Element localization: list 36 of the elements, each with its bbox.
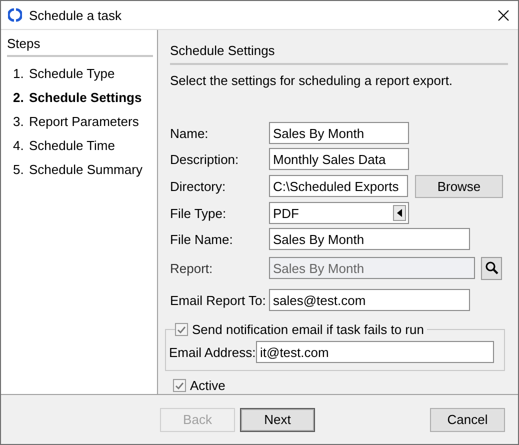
text-field[interactable]: sales@test.com bbox=[269, 289, 470, 311]
browse-button[interactable]: Browse bbox=[415, 174, 503, 198]
text-field[interactable]: C:\Scheduled Exports bbox=[269, 175, 408, 197]
step-item: 2. Schedule Settings bbox=[12, 90, 143, 107]
field-label: Directory: bbox=[170, 178, 227, 194]
close-icon bbox=[498, 10, 508, 20]
checkbox[interactable] bbox=[173, 379, 186, 392]
file-type-dropdown[interactable]: PDF bbox=[269, 202, 409, 224]
field-label: File Type: bbox=[170, 206, 228, 220]
section-title: Schedule Settings bbox=[170, 40, 508, 65]
checkbox[interactable] bbox=[175, 323, 188, 336]
search-button[interactable] bbox=[481, 256, 502, 280]
text-field[interactable]: Sales By Month bbox=[269, 228, 470, 250]
caret-icon bbox=[393, 205, 406, 221]
email-field[interactable]: it@test.com bbox=[256, 341, 494, 363]
field-label: Description: bbox=[170, 152, 240, 166]
text-field[interactable]: Monthly Sales Data bbox=[269, 148, 409, 170]
step-item: 4. Schedule Time bbox=[12, 138, 116, 155]
step-item: 1. Schedule Type bbox=[12, 66, 116, 83]
section-description: Select the settings for scheduling a report export. bbox=[170, 73, 454, 88]
field-label: File Name: bbox=[170, 232, 234, 246]
dialog-button[interactable]: Cancel bbox=[430, 408, 505, 432]
window-title: Schedule a task bbox=[29, 8, 123, 22]
checkbox-label: Active bbox=[190, 378, 226, 393]
search-icon bbox=[484, 261, 498, 275]
app-logo-icon bbox=[8, 8, 22, 22]
dialog-button[interactable]: Next bbox=[240, 408, 315, 432]
checkbox-label: Send notification email if task fails to run bbox=[192, 322, 424, 337]
steps-title: Steps bbox=[7, 34, 153, 57]
field-label: Email Address: bbox=[169, 344, 256, 360]
text-field[interactable]: Sales By Month bbox=[269, 122, 409, 144]
field-label: Email Report To: bbox=[170, 292, 267, 308]
step-item: 3. Report Parameters bbox=[12, 114, 140, 131]
field-label: Name: bbox=[170, 126, 210, 140]
field-label: Report: bbox=[170, 260, 214, 276]
step-item: 5. Schedule Summary bbox=[12, 162, 144, 179]
